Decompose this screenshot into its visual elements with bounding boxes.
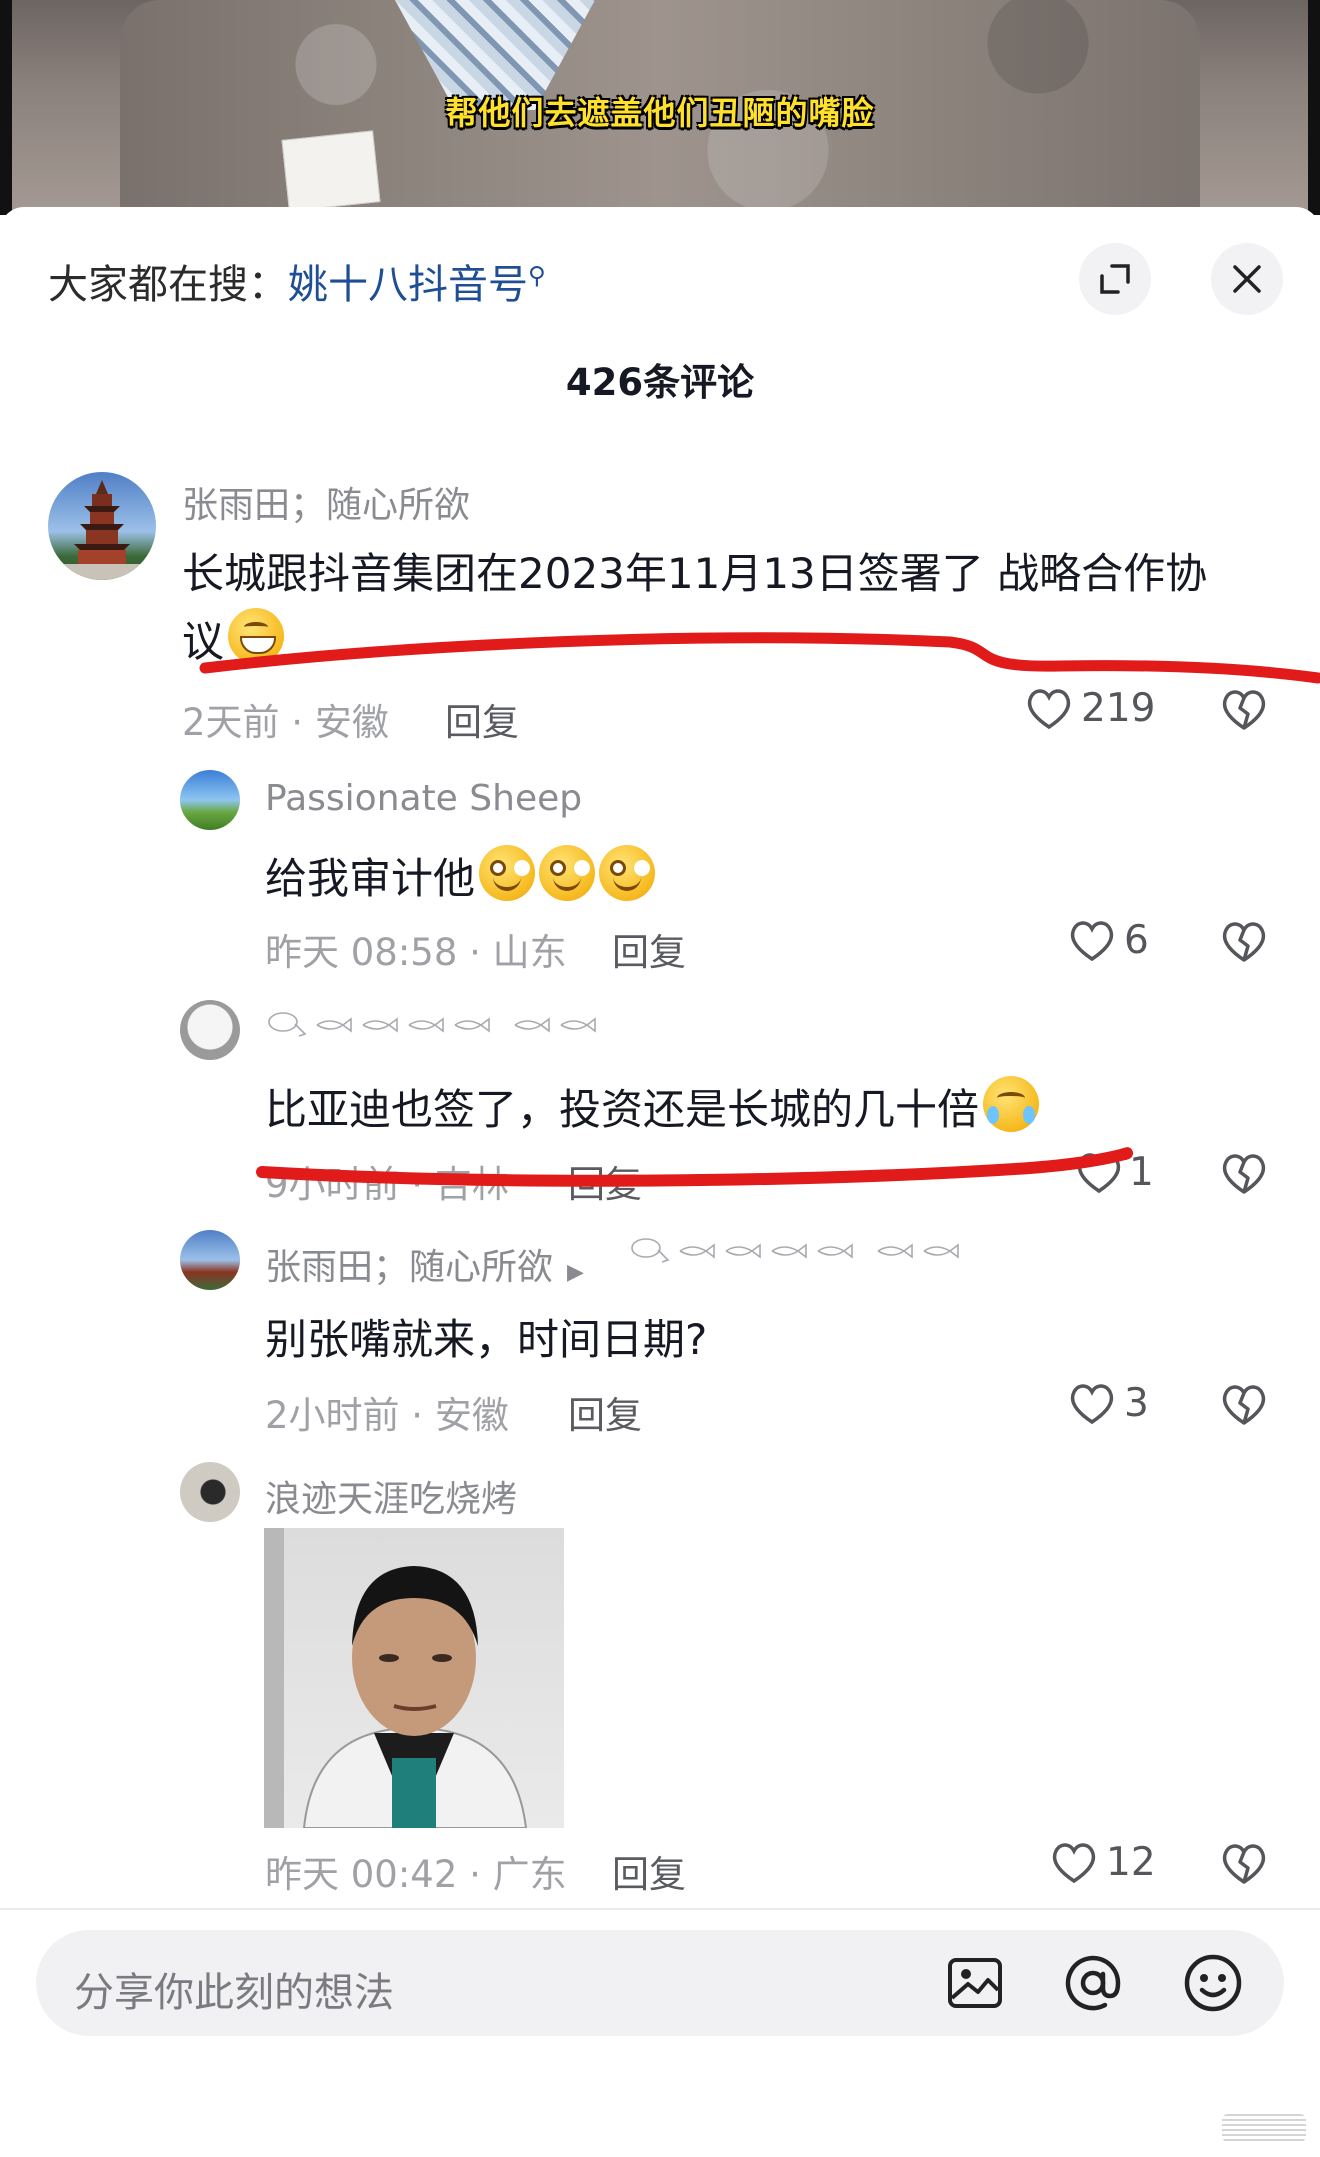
video-clothing-tag — [281, 130, 381, 212]
video-caption: 帮他们去遮盖他们丑陋的嘴脸 — [445, 94, 875, 132]
reply-button[interactable]: 回复 — [612, 1844, 686, 1898]
comment-count: 426条评论 — [565, 361, 755, 404]
dislike-button[interactable] — [1220, 1152, 1268, 1200]
heart-icon — [1027, 688, 1071, 729]
like-button[interactable]: 219 — [1025, 686, 1155, 731]
fish-doodle-icon — [631, 1238, 959, 1263]
comment-text: 别张嘴就来，时间日期? — [265, 1315, 708, 1364]
comment-meta: 2小时前 · 安徽 — [265, 1394, 509, 1437]
reply-button[interactable]: 回复 — [612, 922, 686, 976]
broken-heart-icon — [1222, 1385, 1266, 1425]
like-button[interactable]: 3 — [1068, 1381, 1149, 1426]
comment-username[interactable]: Passionate Sheep — [265, 778, 582, 819]
comment-username[interactable]: 张雨田；随心所欲 ▶ — [265, 1238, 598, 1290]
like-button[interactable]: 6 — [1068, 918, 1149, 963]
heart-icon — [1052, 1842, 1096, 1883]
avatar[interactable] — [180, 1462, 240, 1522]
fish-doodle-username[interactable] — [628, 1236, 988, 1266]
fish-doodle-username[interactable] — [265, 1010, 625, 1040]
dislike-button[interactable] — [1220, 1842, 1268, 1890]
comment-text-line2: 议 — [182, 617, 225, 666]
video-player[interactable]: 帮他们去遮盖他们丑陋的嘴脸 — [0, 0, 1320, 215]
broken-heart-icon — [1222, 690, 1266, 730]
like-button[interactable]: 12 — [1050, 1840, 1156, 1885]
photo-of-man-image — [264, 1528, 528, 1828]
like-count: 219 — [1081, 686, 1156, 731]
smile-emoji-icon — [539, 845, 596, 901]
reply-button[interactable]: 回复 — [445, 692, 519, 746]
comment-text: 给我审计他 — [265, 845, 656, 906]
avatar[interactable] — [48, 472, 156, 580]
comment-text: 比亚迪也签了，投资还是长城的几十倍 — [265, 1076, 1040, 1137]
reply-author: 张雨田；随心所欲 — [265, 1247, 554, 1288]
comment-text: 长城跟抖音集团在2023年11月13日签署了 战略合作协 — [182, 540, 1207, 601]
heart-icon — [1070, 920, 1114, 961]
like-count: 6 — [1124, 918, 1149, 963]
comment-meta: 9小时前 · 吉林 — [265, 1163, 509, 1206]
dislike-button[interactable] — [1220, 1383, 1268, 1431]
dislike-button[interactable] — [1220, 920, 1268, 968]
like-count: 3 — [1124, 1381, 1149, 1426]
close-icon — [1233, 265, 1261, 293]
search-suggestion[interactable]: 大家都在搜：姚十八抖音号⚲ — [48, 252, 546, 310]
at-icon — [1065, 1955, 1121, 2011]
expand-button[interactable] — [1079, 243, 1151, 315]
like-count: 12 — [1106, 1840, 1156, 1885]
heart-icon — [1070, 1383, 1114, 1424]
heart-icon — [1077, 1152, 1121, 1193]
dislike-button[interactable] — [1220, 688, 1268, 736]
comment-meta: 昨天 08:58 · 山东 — [265, 931, 567, 974]
emoji-button[interactable] — [1180, 1950, 1246, 2016]
comment-text-body: 比亚迪也签了，投资还是长城的几十倍 — [265, 1085, 980, 1134]
image-icon — [948, 1958, 1002, 2008]
pagoda-avatar-image — [48, 480, 156, 580]
search-prefix: 大家都在搜： — [48, 262, 288, 308]
cry-emoji-icon — [983, 1076, 1040, 1132]
close-button[interactable] — [1211, 243, 1283, 315]
image-button[interactable] — [942, 1950, 1008, 2016]
broken-heart-icon — [1222, 1844, 1266, 1884]
grin-emoji-icon — [228, 608, 285, 664]
bottom-divider — [0, 1908, 1320, 1910]
broken-heart-icon — [1222, 922, 1266, 962]
reply-button[interactable]: 回复 — [568, 1154, 642, 1208]
comment-text-continued: 议 — [182, 608, 285, 669]
fish-doodle-icon — [268, 1012, 596, 1037]
avatar[interactable] — [180, 1000, 240, 1060]
reply-button[interactable]: 回复 — [568, 1385, 642, 1439]
mention-button[interactable] — [1060, 1950, 1126, 2016]
comment-username[interactable]: 浪迹天涯吃烧烤 — [265, 1470, 517, 1522]
comment-username[interactable]: 张雨田；随心所欲 — [182, 476, 470, 528]
comment-text-body: 给我审计他 — [265, 854, 476, 903]
comment-image[interactable] — [264, 1528, 564, 1828]
smile-emoji-icon — [599, 845, 656, 901]
home-indicator — [1222, 2114, 1306, 2142]
search-keyword[interactable]: 姚十八抖音号 — [288, 262, 528, 308]
reply-arrow-icon: ▶ — [567, 1260, 584, 1285]
like-button[interactable]: 1 — [1075, 1150, 1154, 1195]
broken-heart-icon — [1222, 1154, 1266, 1194]
magnifier-icon: ⚲ — [528, 261, 546, 290]
comment-meta: 2天前 · 安徽 — [182, 701, 389, 744]
comment-text-line1: 长城跟抖音集团在2023年11月13日签署了 战略合作协 — [182, 549, 1208, 598]
expand-icon — [1100, 264, 1130, 294]
avatar[interactable] — [180, 770, 240, 830]
comment-meta: 昨天 00:42 · 广东 — [265, 1853, 567, 1896]
smile-emoji-icon — [479, 845, 536, 901]
emoji-icon — [1184, 1954, 1242, 2012]
avatar[interactable] — [180, 1230, 240, 1290]
comment-input-placeholder: 分享你此刻的想法 — [74, 1970, 394, 2016]
comment-input[interactable]: 分享你此刻的想法 — [36, 1930, 1284, 2036]
like-count: 1 — [1129, 1150, 1154, 1195]
